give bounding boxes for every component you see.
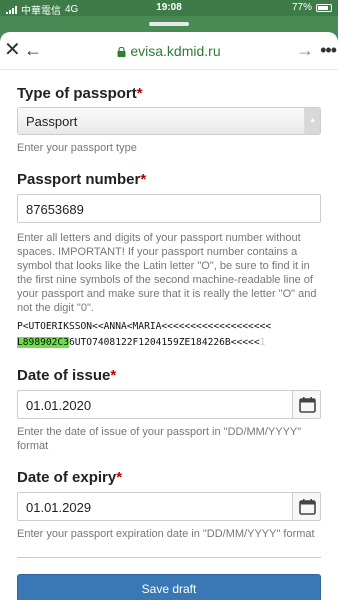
status-bar: 中華電信 4G 19:08 77% xyxy=(0,0,338,17)
required-mark: * xyxy=(116,469,123,486)
date-of-expiry-help: Enter your passport expiration date in "… xyxy=(17,528,315,540)
date-of-expiry-input[interactable]: 01.01.2029 xyxy=(17,492,292,521)
lock-icon xyxy=(117,47,126,57)
url-text: evisa.kdmid.ru xyxy=(130,43,221,59)
date-of-expiry-label: Date of expiry* xyxy=(17,469,123,486)
passport-type-label: Type of passport* xyxy=(17,85,143,102)
calendar-icon[interactable] xyxy=(292,390,321,419)
battery-icon xyxy=(316,3,332,12)
date-of-issue-help: Enter the date of issue of your passport… xyxy=(17,426,302,452)
form-content: Type of passport* Passport ▲ Enter your … xyxy=(0,85,338,600)
calendar-icon[interactable] xyxy=(292,492,321,521)
mrz-line-2: L898902C36UTO7408122F1204159ZE184226B<<<… xyxy=(17,335,321,351)
date-of-issue-input[interactable]: 01.01.2020 xyxy=(17,390,292,419)
browser-sheet: ✕ ← evisa.kdmid.ru → ••• Type of passpor… xyxy=(0,32,338,600)
mrz-sample: P<UTOERIKSSON<<ANNA<MARIA<<<<<<<<<<<<<<<… xyxy=(17,319,321,351)
passport-type-help: Enter your passport type xyxy=(17,142,137,154)
chevron-down-icon: ▲ xyxy=(304,108,320,134)
clock: 19:08 xyxy=(156,2,182,13)
save-draft-button[interactable]: Save draft xyxy=(17,574,321,600)
more-dots-icon[interactable]: ••• xyxy=(320,40,337,60)
forward-arrow-icon[interactable]: → xyxy=(296,40,314,60)
passport-number-help: Enter all letters and digits of your pas… xyxy=(17,232,317,314)
divider xyxy=(17,557,321,558)
mrz-line-2-rest: 6UTO7408122F1204159ZE184226B<<<<< xyxy=(68,337,260,348)
address-bar[interactable]: evisa.kdmid.ru xyxy=(0,43,338,59)
battery-percent: 77% xyxy=(291,2,312,13)
date-of-issue-label: Date of issue* xyxy=(17,367,117,384)
required-mark: * xyxy=(140,171,147,188)
mrz-line-2-tail: 1 xyxy=(259,337,266,348)
sheet-grabber[interactable] xyxy=(149,22,189,26)
required-mark: * xyxy=(110,367,117,384)
date-of-issue-field: 01.01.2020 xyxy=(17,390,321,419)
passport-type-value: Passport xyxy=(26,114,78,129)
mrz-line-1: P<UTOERIKSSON<<ANNA<MARIA<<<<<<<<<<<<<<<… xyxy=(17,321,272,332)
passport-number-input[interactable]: 87653689 xyxy=(17,194,321,223)
browser-toolbar: ✕ ← evisa.kdmid.ru → ••• xyxy=(0,32,338,70)
passport-type-select[interactable]: Passport ▲ xyxy=(17,107,321,135)
passport-number-label: Passport number* xyxy=(17,171,147,188)
mrz-highlight: L898902C3 xyxy=(17,337,69,348)
date-of-expiry-field: 01.01.2029 xyxy=(17,492,321,521)
required-mark: * xyxy=(136,85,143,102)
